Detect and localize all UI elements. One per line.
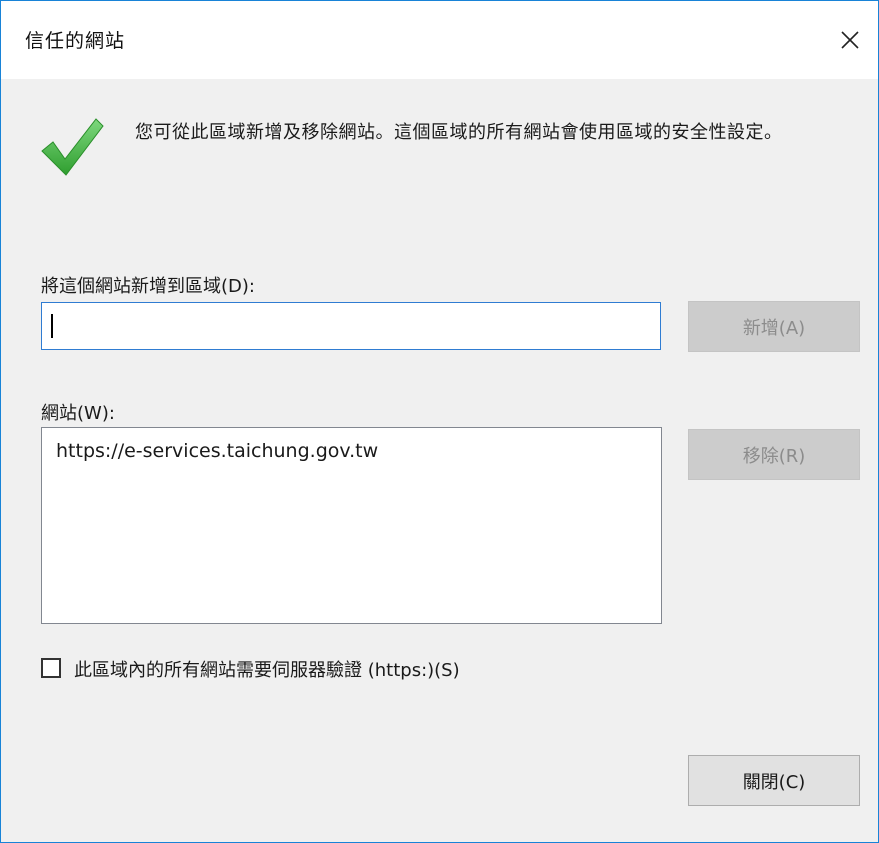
require-https-label[interactable]: 此區域內的所有網站需要伺服器驗證 (https:)(S) [74, 656, 460, 682]
websites-list[interactable]: https://e-services.taichung.gov.tw [41, 427, 662, 624]
list-item[interactable]: https://e-services.taichung.gov.tw [56, 440, 378, 462]
add-site-input[interactable] [41, 302, 661, 350]
dialog-title: 信任的網站 [25, 30, 126, 52]
websites-label: 網站(W): [41, 403, 115, 424]
require-https-checkbox[interactable] [41, 658, 61, 678]
add-button[interactable]: 新增(A) [688, 301, 860, 352]
green-checkmark-icon [41, 118, 104, 176]
text-caret [51, 314, 53, 338]
close-button[interactable]: 關閉(C) [688, 755, 860, 806]
trusted-sites-dialog: 信任的網站 您可從此區域新增及移除網站。這個區域的所有網站會使用區域的安全性設定… [0, 0, 879, 843]
add-site-label: 將這個網站新增到區域(D): [41, 276, 255, 297]
zone-description: 您可從此區域新增及移除網站。這個區域的所有網站會使用區域的安全性設定。 [135, 122, 783, 143]
title-bar: 信任的網站 [1, 1, 878, 79]
remove-button[interactable]: 移除(R) [688, 429, 860, 480]
close-icon [841, 31, 859, 49]
close-window-button[interactable] [822, 1, 878, 79]
